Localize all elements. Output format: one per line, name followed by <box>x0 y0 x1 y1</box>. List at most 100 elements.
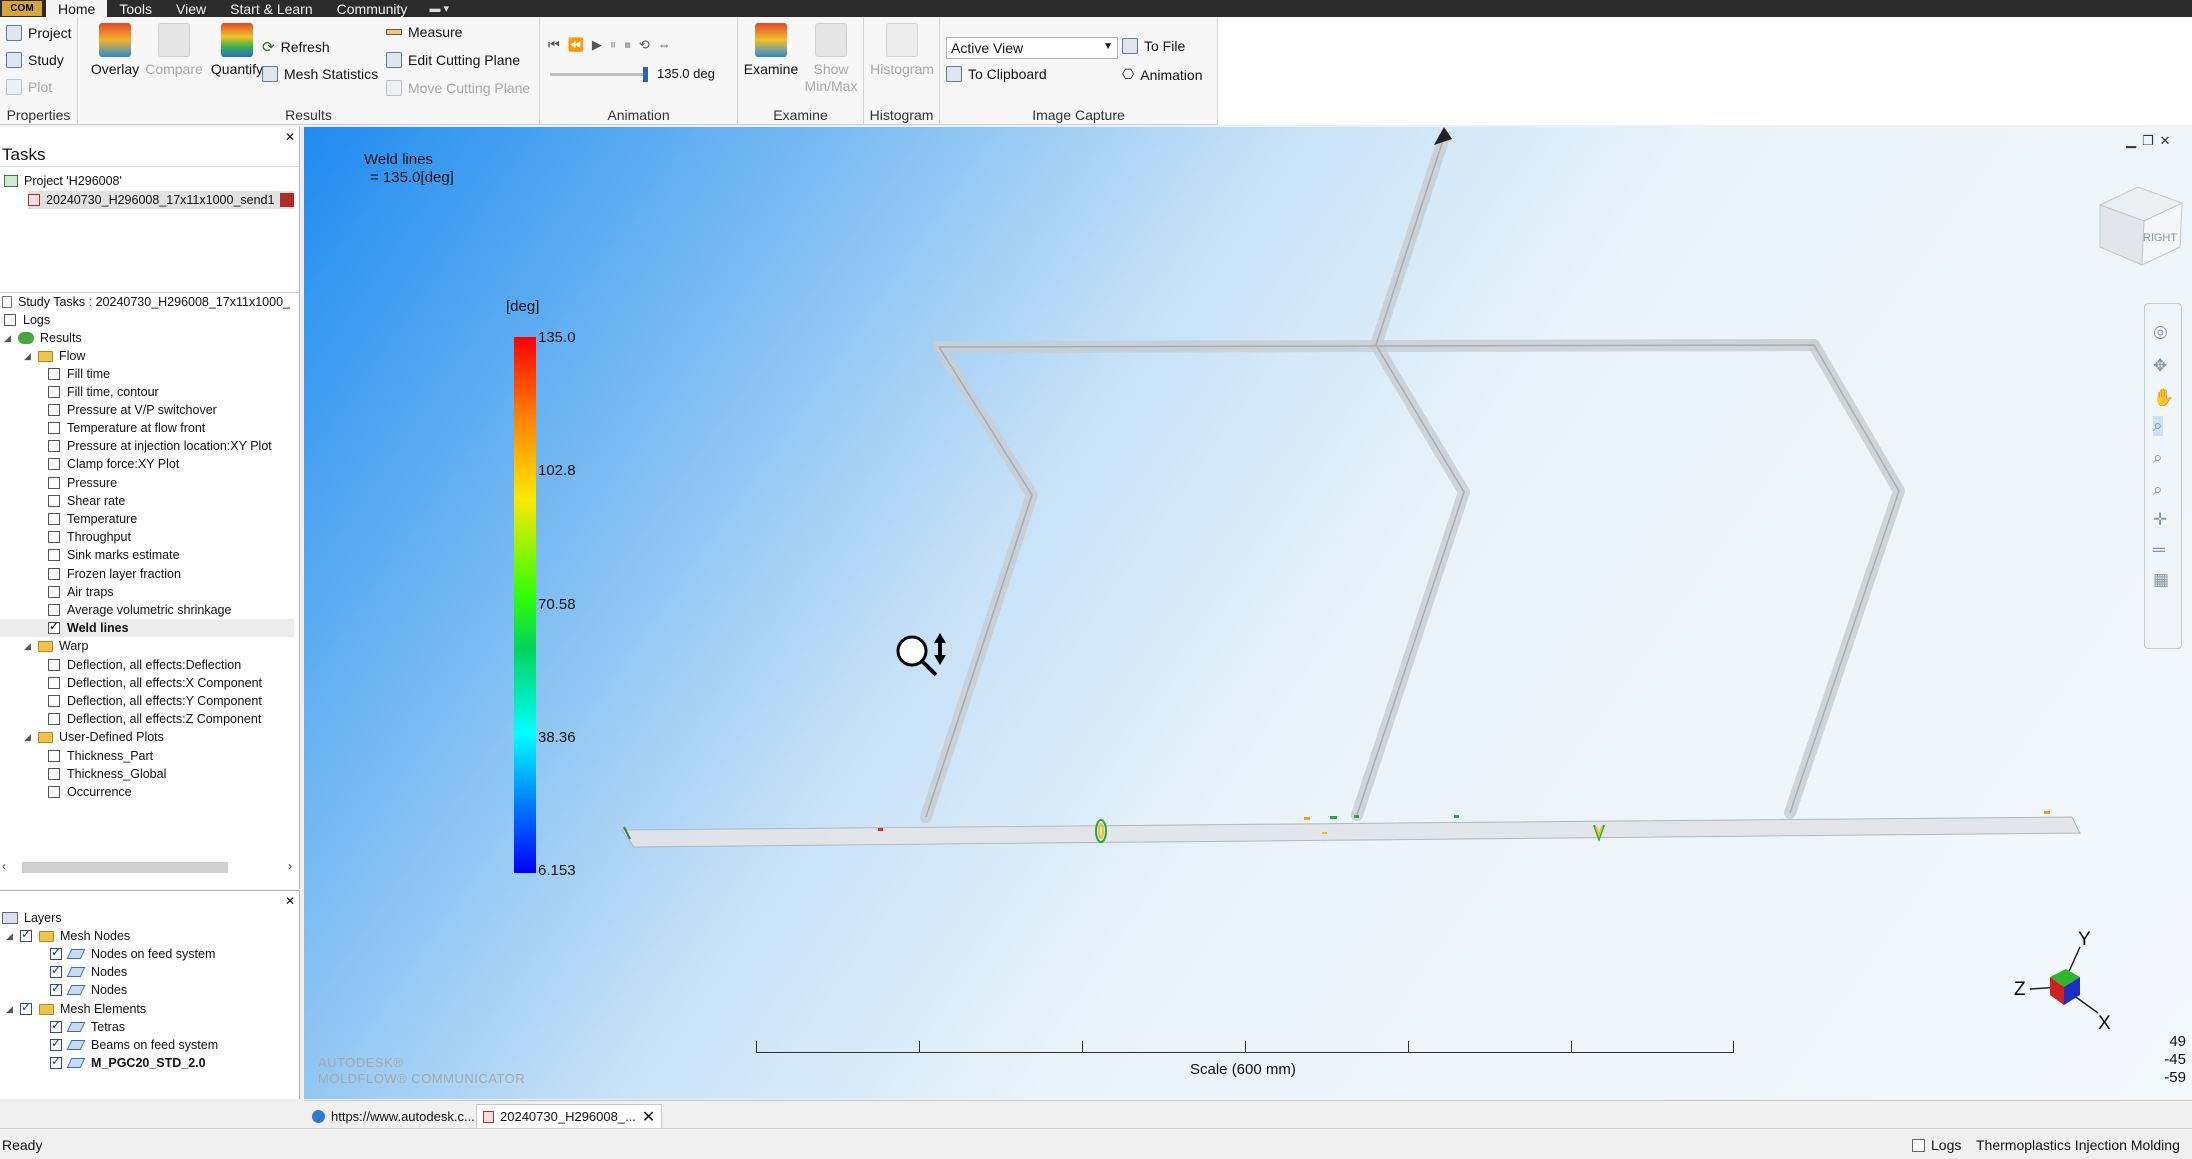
result-item[interactable]: Deflection, all effects:Z Component <box>48 710 261 728</box>
result-checkbox[interactable] <box>48 513 60 525</box>
result-checkbox[interactable] <box>48 386 60 398</box>
orbit-icon[interactable]: ✥ <box>2153 356 2167 376</box>
result-checkbox[interactable] <box>48 713 60 725</box>
restore-icon[interactable]: ❐ <box>2142 133 2160 148</box>
result-item[interactable]: Thickness_Global <box>48 765 166 783</box>
capture-animation-button[interactable]: ⎔ Animation <box>1122 66 1203 83</box>
result-item[interactable]: Pressure at V/P switchover <box>48 401 217 419</box>
zoom-window-icon[interactable]: ⌕ <box>2153 448 2163 468</box>
layer-checkbox[interactable] <box>50 963 62 978</box>
result-checkbox[interactable] <box>48 586 60 598</box>
result-item[interactable]: Fill time, contour <box>48 383 159 401</box>
layer-mesh-elements[interactable]: ◢ Mesh Elements <box>6 1000 146 1018</box>
result-checkbox[interactable] <box>48 440 60 452</box>
scrollbar-thumb[interactable] <box>22 862 228 873</box>
layer-checkbox[interactable] <box>50 1054 62 1069</box>
result-item[interactable]: Occurrence <box>48 783 132 801</box>
layer-item[interactable]: Nodes on feed system <box>50 945 215 963</box>
model-viewport[interactable]: Weld lines = 135.0[deg] [deg] 135.0 102.… <box>304 127 2192 1099</box>
to-clipboard-button[interactable]: To Clipboard <box>946 66 1047 82</box>
horizontal-scrollbar[interactable]: ‹ › <box>2 859 294 875</box>
result-checkbox[interactable] <box>48 677 60 689</box>
examine-button[interactable]: Examine <box>740 23 802 78</box>
tab-community[interactable]: Community <box>325 0 420 17</box>
result-checkbox[interactable] <box>48 750 60 762</box>
edit-cutting-plane-button[interactable]: Edit Cutting Plane <box>386 52 520 68</box>
play-icon[interactable]: ▶ <box>592 37 602 53</box>
overlay-button[interactable]: Overlay <box>84 23 146 78</box>
expand-icon[interactable]: ◢ <box>24 641 34 652</box>
result-item[interactable]: Air traps <box>48 583 114 601</box>
first-frame-icon[interactable]: ⏮ <box>548 37 560 53</box>
tab-view[interactable]: View <box>164 0 218 17</box>
pan-icon[interactable]: ✋ <box>2153 388 2174 408</box>
chevron-right-icon[interactable]: › <box>288 859 292 873</box>
center-icon[interactable]: ✛ <box>2153 510 2167 530</box>
refresh-button[interactable]: ⟳ Refresh <box>262 38 330 56</box>
project-node[interactable]: Project 'H296008' <box>4 172 122 190</box>
zoom-icon[interactable]: ⌕ <box>2153 416 2163 436</box>
histogram-button[interactable]: Histogram <box>868 23 936 78</box>
close-icon[interactable]: ✕ <box>2160 133 2177 148</box>
layer-checkbox[interactable] <box>20 927 32 942</box>
layer-item[interactable]: Nodes <box>50 981 127 999</box>
result-checkbox[interactable] <box>48 549 60 561</box>
layer-checkbox[interactable] <box>50 981 62 996</box>
layer-checkbox[interactable] <box>50 945 62 960</box>
result-item-weld-lines[interactable]: Weld lines <box>0 619 294 637</box>
flow-folder[interactable]: ◢ Flow <box>24 347 85 365</box>
tab-start-learn[interactable]: Start & Learn <box>218 0 325 17</box>
result-checkbox[interactable] <box>48 458 60 470</box>
result-checkbox[interactable] <box>48 422 60 434</box>
tab-home[interactable]: Home <box>46 0 108 17</box>
result-checkbox[interactable] <box>48 477 60 489</box>
tab-tools[interactable]: Tools <box>107 0 164 17</box>
result-checkbox[interactable] <box>48 531 60 543</box>
expand-icon[interactable]: ◢ <box>4 333 14 344</box>
result-checkbox[interactable] <box>48 404 60 416</box>
quick-access-dropdown[interactable]: ▬ ▾ <box>419 0 459 17</box>
study-button[interactable]: Study <box>6 52 64 68</box>
layer-item[interactable]: Nodes <box>50 963 127 981</box>
layer-item[interactable]: Beams on feed system <box>50 1036 218 1054</box>
result-checkbox[interactable] <box>48 695 60 707</box>
compare-button[interactable]: Compare <box>140 23 208 78</box>
show-minmax-button[interactable]: Show Min/Max <box>800 23 862 95</box>
warp-folder[interactable]: ◢ Warp <box>24 637 88 655</box>
close-icon[interactable]: ✕ <box>285 894 295 908</box>
result-item[interactable]: Deflection, all effects:Deflection <box>48 656 241 674</box>
layer-checkbox[interactable] <box>50 1018 62 1033</box>
user-defined-plots-folder[interactable]: ◢ User-Defined Plots <box>24 728 164 746</box>
result-item[interactable]: Temperature at flow front <box>48 419 205 437</box>
expand-icon[interactable]: ◢ <box>6 1004 16 1015</box>
walk-icon[interactable]: ▦ <box>2153 570 2169 590</box>
result-item[interactable]: Pressure <box>48 474 117 492</box>
expand-icon[interactable]: ◢ <box>24 351 34 362</box>
result-item[interactable]: Deflection, all effects:Y Component <box>48 692 262 710</box>
tab-study[interactable]: 20240730_H296008_... ✕ <box>476 1104 663 1128</box>
result-item[interactable]: Thickness_Part <box>48 747 153 765</box>
close-tab-icon[interactable]: ✕ <box>642 1107 655 1127</box>
result-item[interactable]: Frozen layer fraction <box>48 565 181 583</box>
to-file-button[interactable]: To File <box>1122 38 1185 54</box>
result-checkbox[interactable] <box>48 786 60 798</box>
result-item[interactable]: Clamp force:XY Plot <box>48 455 179 473</box>
result-item[interactable]: Pressure at injection location:XY Plot <box>48 437 272 455</box>
move-cutting-plane-button[interactable]: Move Cutting Plane <box>386 80 530 96</box>
weld-lines-checkbox[interactable] <box>48 619 60 634</box>
layer-checkbox[interactable] <box>20 1000 32 1015</box>
prev-frame-icon[interactable]: ⏪ <box>568 37 584 53</box>
app-button[interactable]: COM <box>2 1 42 16</box>
result-item[interactable]: Throughput <box>48 528 131 546</box>
logs-status-button[interactable]: Logs <box>1912 1137 1961 1153</box>
chevron-left-icon[interactable]: ‹ <box>2 859 6 873</box>
minimize-icon[interactable]: ▁ <box>2126 133 2142 148</box>
layer-mesh-nodes[interactable]: ◢ Mesh Nodes <box>6 927 130 945</box>
result-item[interactable]: Average volumetric shrinkage <box>48 601 231 619</box>
result-checkbox[interactable] <box>48 604 60 616</box>
result-item[interactable]: Fill time <box>48 365 110 383</box>
results-node[interactable]: ◢ Results <box>4 329 82 347</box>
result-item[interactable]: Deflection, all effects:X Component <box>48 674 262 692</box>
view-select[interactable]: Active View ▼ <box>946 37 1118 59</box>
plot-button[interactable]: Plot <box>6 79 52 95</box>
